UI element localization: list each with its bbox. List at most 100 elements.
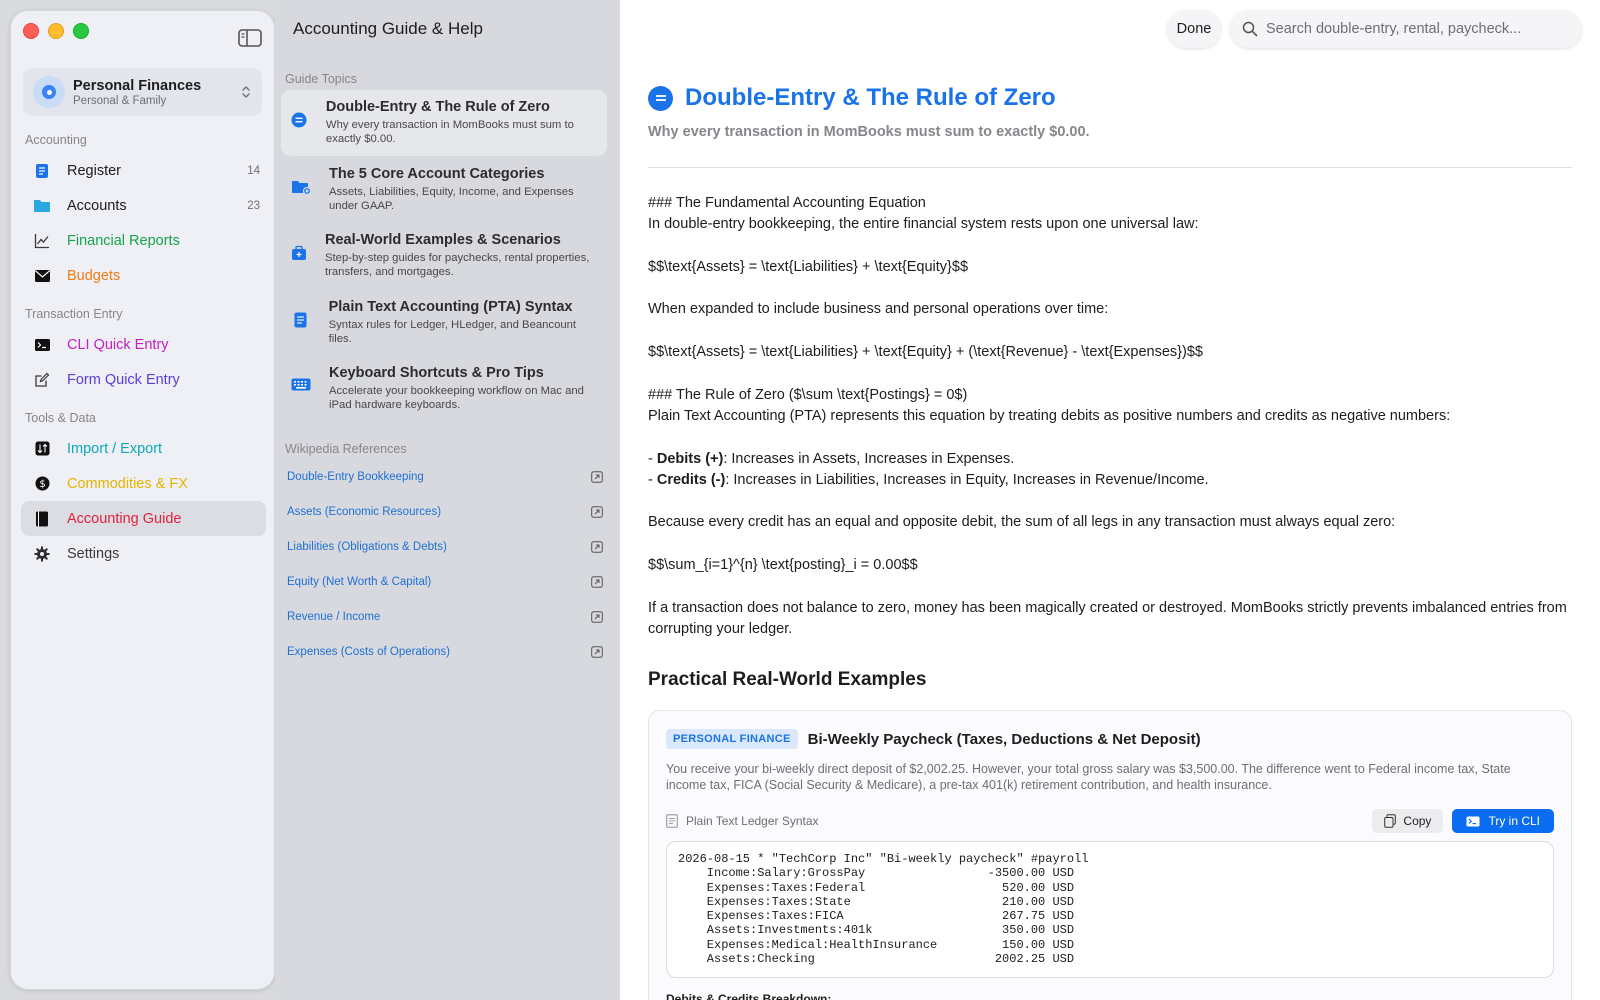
external-link-icon — [591, 611, 603, 623]
main-content: Done Double-Entry & The Rule of Zero Why… — [620, 0, 1600, 1000]
sidebar-item-label: Settings — [67, 545, 120, 562]
external-link-icon — [591, 576, 603, 588]
sidebar-heading: Transaction Entry — [25, 307, 123, 321]
chevron-updown-icon — [242, 86, 250, 98]
topic-title: Plain Text Accounting (PTA) Syntax — [328, 299, 573, 315]
sidebar-section-transaction-entry: Transaction Entry CLI Quick Entry Form Q… — [11, 307, 276, 397]
body-line: $$\text{Assets} = \text{Liabilities} + \… — [648, 258, 969, 275]
body-line: $$\text{Assets} = \text{Liabilities} + \… — [648, 344, 1203, 361]
svg-text:$: $ — [39, 479, 45, 490]
bullet-debits: - Debits (+): Increases in Assets, Incre… — [648, 450, 1015, 467]
external-link-icon — [591, 506, 603, 518]
sidebar-item-register[interactable]: Register 14 — [21, 153, 266, 188]
gear-icon — [33, 545, 51, 563]
sidebar-item-form-quick-entry[interactable]: Form Quick Entry — [21, 362, 266, 397]
sidebar-toggle-icon[interactable] — [238, 29, 262, 47]
example-description: You receive your bi-weekly direct deposi… — [666, 762, 1511, 792]
document-title: Double-Entry & The Rule of Zero — [685, 84, 1056, 111]
wiki-link-label: Liabilities (Obligations & Debts) — [287, 541, 447, 553]
wiki-link-label: Assets (Economic Resources) — [287, 506, 442, 518]
external-link-icon — [591, 541, 603, 553]
topic-title: Real-World Examples & Scenarios — [325, 232, 561, 248]
sidebar: Personal Finances Personal & Family Acco… — [10, 10, 275, 990]
case-icon — [291, 245, 307, 289]
wiki-link-label: Revenue / Income — [287, 611, 381, 623]
topic-core-categories[interactable]: The 5 Core Account Categories Assets, Li… — [281, 157, 607, 223]
done-button[interactable]: Done — [1167, 10, 1221, 48]
sidebar-item-label: Budgets — [67, 267, 121, 284]
sidebar-item-label: Register — [67, 162, 121, 179]
sidebar-heading: Tools & Data — [25, 411, 96, 425]
search-field — [1230, 10, 1582, 48]
example-card: PERSONAL FINANCE Bi-Weekly Paycheck (Tax… — [648, 710, 1572, 1000]
breakdown-heading: Debits & Credits Breakdown: — [666, 992, 832, 1000]
wiki-link-double-entry[interactable]: Double-Entry Bookkeeping — [287, 467, 603, 487]
topic-subtitle: Syntax rules for Ledger, HLedger, and Be… — [328, 319, 577, 345]
example-title: Bi-Weekly Paycheck (Taxes, Deductions & … — [807, 730, 1201, 748]
sidebar-item-label: CLI Quick Entry — [67, 336, 169, 353]
document-icon — [666, 814, 678, 828]
topic-double-entry[interactable]: Double-Entry & The Rule of Zero Why ever… — [281, 90, 607, 156]
dollar-circle-icon: $ — [33, 475, 51, 493]
wiki-link-label: Expenses (Costs of Operations) — [287, 646, 450, 658]
wiki-link-assets[interactable]: Assets (Economic Resources) — [287, 502, 603, 522]
wiki-link-equity[interactable]: Equity (Net Worth & Capital) — [287, 572, 603, 592]
sidebar-item-accounts[interactable]: Accounts 23 — [21, 188, 266, 223]
syntax-label: Plain Text Ledger Syntax — [686, 814, 819, 828]
sidebar-item-label: Import / Export — [67, 440, 163, 457]
sidebar-item-financial-reports[interactable]: Financial Reports — [21, 223, 266, 258]
ledger-code-block[interactable]: 2026-08-15 * "TechCorp Inc" "Bi-weekly p… — [666, 841, 1554, 978]
topic-real-world-examples[interactable]: Real-World Examples & Scenarios Step-by-… — [281, 223, 607, 289]
account-subtitle: Personal & Family — [73, 94, 167, 107]
account-switcher[interactable]: Personal Finances Personal & Family — [23, 68, 262, 116]
minimize-window-button[interactable] — [48, 23, 64, 39]
copy-icon — [1384, 814, 1397, 828]
wiki-link-expenses[interactable]: Expenses (Costs of Operations) — [287, 642, 603, 662]
examples-heading: Practical Real-World Examples — [648, 669, 927, 690]
try-in-cli-button[interactable]: Try in CLI — [1452, 809, 1554, 833]
search-input[interactable] — [1266, 21, 1566, 37]
document-icon — [291, 312, 311, 356]
sidebar-item-label: Form Quick Entry — [67, 371, 180, 388]
guide-topics-heading: Guide Topics — [285, 72, 358, 86]
book-icon — [33, 510, 51, 528]
sidebar-item-import-export[interactable]: Import / Export — [21, 431, 266, 466]
sidebar-item-cli-quick-entry[interactable]: CLI Quick Entry — [21, 327, 266, 362]
equal-circle-icon — [291, 112, 308, 156]
close-window-button[interactable] — [23, 23, 39, 39]
body-line: ### The Rule of Zero ($\sum \text{Postin… — [648, 386, 968, 403]
topic-keyboard-shortcuts[interactable]: Keyboard Shortcuts & Pro Tips Accelerate… — [281, 356, 607, 422]
sidebar-item-commodities-fx[interactable]: $ Commodities & FX — [21, 466, 266, 501]
terminal-icon — [1466, 816, 1480, 826]
body-line: ### The Fundamental Accounting Equation — [648, 195, 926, 211]
folder-badge-icon — [291, 179, 311, 223]
copy-button[interactable]: Copy — [1372, 809, 1444, 833]
sidebar-item-label: Commodities & FX — [67, 475, 188, 492]
zoom-window-button[interactable] — [73, 23, 89, 39]
sidebar-item-accounting-guide[interactable]: Accounting Guide — [21, 501, 266, 536]
wiki-link-liabilities[interactable]: Liabilities (Obligations & Debts) — [287, 537, 603, 557]
bullet-credits: - Credits (-): Increases in Liabilities,… — [648, 471, 1209, 488]
external-link-icon — [591, 646, 603, 658]
sidebar-heading: Accounting — [25, 133, 87, 147]
app-window: Personal Finances Personal & Family Acco… — [0, 0, 1600, 1000]
sidebar-item-label: Accounting Guide — [67, 510, 182, 527]
import-export-icon — [33, 440, 51, 458]
pane-title: Accounting Guide & Help — [293, 19, 483, 38]
topic-subtitle: Why every transaction in MomBooks must s… — [325, 119, 574, 145]
equal-circle-icon — [648, 85, 673, 111]
wiki-link-revenue[interactable]: Revenue / Income — [287, 607, 603, 627]
sidebar-item-settings[interactable]: Settings — [21, 536, 266, 571]
document-header: Double-Entry & The Rule of Zero — [648, 84, 1056, 112]
sidebar-section-tools-data: Tools & Data Import / Export $ Commoditi… — [11, 411, 276, 571]
wiki-link-label: Equity (Net Worth & Capital) — [287, 576, 432, 588]
window-controls — [23, 23, 89, 39]
sidebar-item-label: Financial Reports — [67, 232, 180, 249]
sidebar-item-budgets[interactable]: Budgets — [21, 258, 266, 293]
document-subtitle: Why every transaction in MomBooks must s… — [648, 124, 1090, 140]
body-line: Plain Text Accounting (PTA) represents t… — [648, 407, 1451, 424]
wiki-link-label: Double-Entry Bookkeeping — [287, 471, 424, 483]
try-in-cli-label: Try in CLI — [1488, 814, 1540, 828]
sidebar-section-accounting: Accounting Register 14 Accounts 23 Finan… — [11, 133, 276, 293]
topic-pta-syntax[interactable]: Plain Text Accounting (PTA) Syntax Synta… — [281, 290, 607, 356]
